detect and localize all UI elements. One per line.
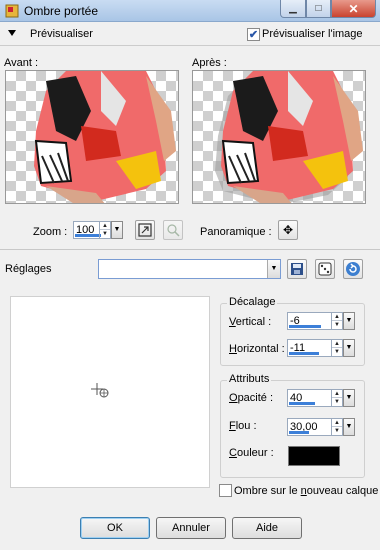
zoom-spin-arrows[interactable]: ▲ ▼	[99, 222, 110, 238]
vertical-dropdown-button[interactable]: ▼	[343, 312, 355, 330]
vertical-spinner[interactable]: -6 ▲ ▼	[287, 312, 343, 330]
zoom-level-bar	[75, 234, 101, 237]
horizontal-slider-bar	[289, 352, 319, 355]
help-button[interactable]: Aide	[232, 517, 302, 539]
opacite-spinner[interactable]: 40 ▲ ▼	[287, 389, 343, 407]
chevron-down-icon[interactable]: ▼	[267, 260, 280, 278]
maximize-button[interactable]: □	[306, 0, 331, 18]
flou-spin-arrows[interactable]: ▲ ▼	[331, 419, 342, 435]
attributs-title: Attributs	[227, 373, 272, 385]
pan-button[interactable]: ✥	[278, 220, 298, 240]
reglages-label: Réglages	[5, 263, 52, 275]
panoramique-label: Panoramique :	[200, 226, 272, 238]
horizontal-spin-arrows[interactable]: ▲ ▼	[331, 340, 342, 356]
new-layer-checkbox[interactable]	[219, 484, 232, 497]
flou-label: Flou :	[229, 420, 257, 432]
before-label: Avant :	[4, 57, 39, 69]
zoom-spinner[interactable]: 100 ▲ ▼	[73, 221, 111, 239]
flou-spinner[interactable]: 30,00 ▲ ▼	[287, 418, 343, 436]
checkmark-icon: ✔	[248, 29, 259, 41]
zoom-dropdown-button[interactable]: ▼	[111, 221, 123, 239]
move-arrows-icon: ✥	[282, 223, 294, 237]
app-icon	[5, 4, 19, 18]
opacite-label: Opacité :	[229, 392, 274, 404]
vertical-label: Vertical :	[229, 316, 272, 328]
after-label: Après :	[192, 57, 227, 69]
zoom-fit-button[interactable]	[135, 220, 155, 240]
after-preview-image[interactable]	[192, 70, 366, 204]
flou-slider-bar	[289, 431, 309, 434]
save-icon	[291, 263, 303, 275]
save-preset-button[interactable]	[287, 259, 307, 279]
couleur-label: Couleur :	[229, 447, 274, 459]
window-title: Ombre portée	[24, 4, 99, 18]
dice-icon	[318, 262, 332, 276]
ok-button[interactable]: OK	[80, 517, 150, 539]
magnifier-icon	[167, 224, 180, 237]
decalage-title: Décalage	[227, 296, 278, 308]
horizontal-spinner[interactable]: -11 ▲ ▼	[287, 339, 343, 357]
zoom-magnifier-button[interactable]	[163, 220, 183, 240]
flou-dropdown-button[interactable]: ▼	[343, 418, 355, 436]
maximize-icon: □	[315, 3, 322, 14]
collapse-triangle-icon[interactable]	[8, 30, 16, 36]
close-icon: ✕	[348, 1, 359, 16]
preview-image-checkbox[interactable]: ✔	[247, 28, 260, 41]
opacite-slider-bar	[289, 402, 315, 405]
opacite-spin-arrows[interactable]: ▲ ▼	[331, 390, 342, 406]
horizontal-dropdown-button[interactable]: ▼	[343, 339, 355, 357]
random-settings-button[interactable]	[315, 259, 335, 279]
preview-toggle-label[interactable]: Prévisualiser	[30, 28, 93, 40]
reset-arrow-icon	[346, 262, 360, 276]
new-layer-label[interactable]: Ombre sur le nouveau calque	[234, 485, 378, 497]
crosshair-icon[interactable]	[89, 381, 113, 401]
title-bar: Ombre portée ▁ □ ✕	[0, 0, 380, 22]
before-preview-image[interactable]	[5, 70, 179, 204]
preview-image-label[interactable]: Prévisualiser l'image	[262, 28, 363, 40]
zoom-label: Zoom :	[33, 226, 68, 238]
shadow-offset-canvas[interactable]	[10, 296, 210, 488]
cancel-button[interactable]: Annuler	[156, 517, 226, 539]
minimize-button[interactable]: ▁	[280, 0, 306, 18]
reglages-combo[interactable]: ▼	[98, 259, 281, 279]
vertical-spin-arrows[interactable]: ▲ ▼	[331, 313, 342, 329]
close-button[interactable]: ✕	[331, 0, 376, 18]
preview-bar: Prévisualiser ✔ Prévisualiser l'image	[0, 24, 380, 46]
color-swatch[interactable]	[288, 446, 340, 466]
minimize-icon: ▁	[289, 3, 297, 14]
horizontal-label: Horizontal :	[229, 343, 285, 355]
fit-window-icon	[138, 223, 152, 237]
separator	[0, 249, 380, 250]
reset-button[interactable]	[343, 259, 363, 279]
vertical-slider-bar	[289, 325, 321, 328]
opacite-dropdown-button[interactable]: ▼	[343, 389, 355, 407]
